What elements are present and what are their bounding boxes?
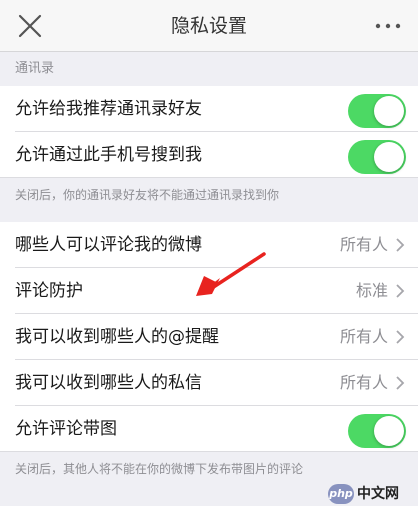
row-label: 我可以收到哪些人的私信 bbox=[15, 373, 202, 393]
row-label: 允许给我推荐通讯录好友 bbox=[15, 99, 202, 119]
recommend-contacts-toggle[interactable] bbox=[348, 94, 406, 128]
row-label: 评论防护 bbox=[15, 281, 83, 301]
site-watermark: php 中文网 bbox=[328, 484, 412, 504]
row-value: 所有人 bbox=[339, 373, 388, 392]
chevron-right-icon bbox=[396, 330, 405, 344]
row-label: 允许评论带图 bbox=[15, 419, 117, 439]
toggle-knob bbox=[374, 96, 404, 126]
watermark-text: 中文网 bbox=[357, 486, 399, 502]
find-by-phone-toggle[interactable] bbox=[348, 140, 406, 174]
nav-bar: 隐私设置 bbox=[0, 0, 418, 52]
row-mentions-from[interactable]: 我可以收到哪些人的@提醒 所有人 bbox=[0, 314, 418, 360]
more-icon[interactable] bbox=[370, 14, 406, 38]
row-value: 标准 bbox=[355, 281, 388, 300]
row-value: 所有人 bbox=[339, 327, 388, 346]
chevron-right-icon bbox=[396, 238, 405, 252]
row-messages-from[interactable]: 我可以收到哪些人的私信 所有人 bbox=[0, 360, 418, 406]
chevron-right-icon bbox=[396, 284, 405, 298]
row-label: 允许通过此手机号搜到我 bbox=[15, 145, 202, 165]
row-label: 我可以收到哪些人的@提醒 bbox=[15, 327, 219, 347]
comment-images-toggle[interactable] bbox=[348, 414, 406, 448]
row-value: 所有人 bbox=[339, 235, 388, 254]
chevron-right-icon bbox=[396, 376, 405, 390]
row-recommend-contacts: 允许给我推荐通讯录好友 bbox=[0, 86, 418, 132]
toggle-knob bbox=[374, 416, 404, 446]
row-comment-images: 允许评论带图 bbox=[0, 406, 418, 452]
page-title: 隐私设置 bbox=[170, 15, 247, 37]
watermark-logo: php bbox=[328, 484, 354, 504]
section-header-contacts: 通讯录 bbox=[0, 52, 418, 86]
row-find-by-phone: 允许通过此手机号搜到我 bbox=[0, 132, 418, 178]
contacts-footnote: 关闭后，你的通讯录好友将不能通过通讯录找到你 bbox=[0, 178, 418, 222]
annotation-arrow-icon bbox=[196, 252, 266, 296]
toggle-knob bbox=[374, 142, 404, 172]
row-label: 哪些人可以评论我的微博 bbox=[15, 235, 202, 255]
